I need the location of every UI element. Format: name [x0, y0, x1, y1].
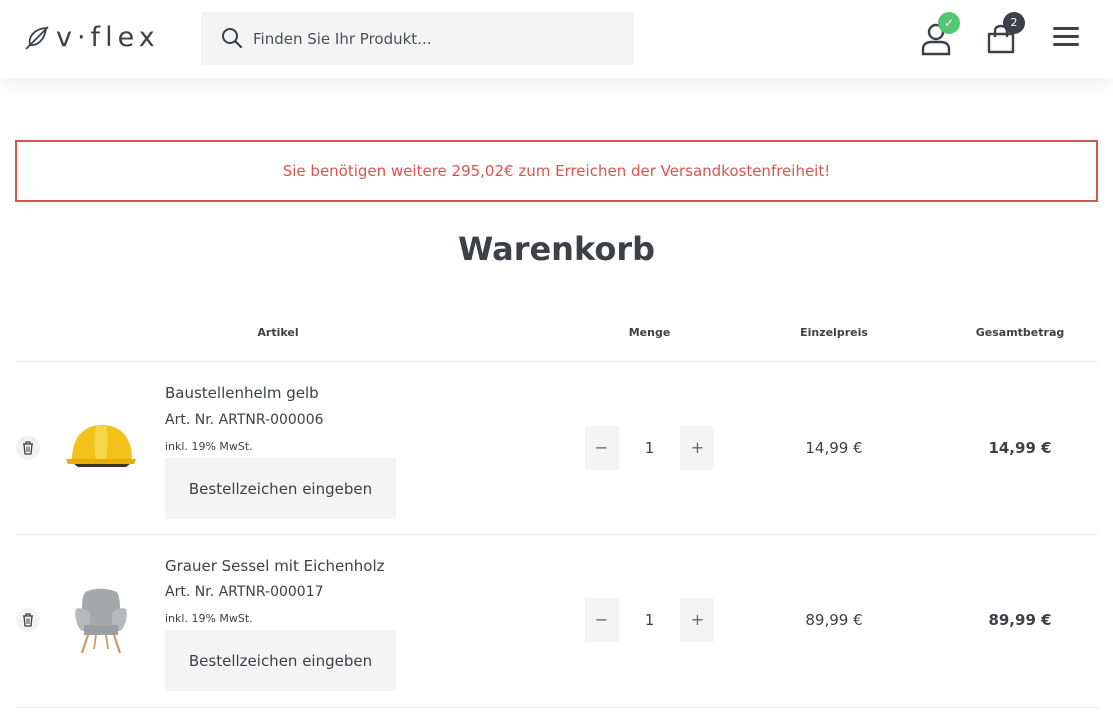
quantity-decrease-button[interactable]: − — [585, 598, 618, 642]
unit-price: 89,99 € — [805, 611, 863, 629]
quantity-value[interactable]: 1 — [619, 598, 680, 642]
quantity-increase-button[interactable]: + — [681, 426, 714, 470]
unit-price: 14,99 € — [805, 439, 863, 457]
line-total: 89,99 € — [988, 611, 1052, 629]
enter-reference-button[interactable]: Bestellzeichen eingeben — [165, 630, 396, 691]
feather-icon — [25, 26, 49, 50]
yellow-helmet-image[interactable] — [60, 407, 142, 489]
free-shipping-notice: Sie benötigen weitere 295,02€ zum Erreic… — [15, 140, 1098, 202]
trash-icon — [23, 441, 33, 455]
remove-item-button[interactable] — [16, 436, 40, 460]
column-header-article: Artikel — [257, 326, 299, 339]
table-divider — [16, 707, 1098, 708]
article-number: Art. Nr. ARTNR-000006 — [165, 412, 324, 428]
column-header-quantity: Menge — [628, 326, 671, 339]
logo-text: v·flex — [56, 22, 160, 53]
account-status-badge: ✓ — [938, 12, 960, 34]
product-name[interactable]: Grauer Sessel mit Eichenholz — [165, 557, 385, 575]
enter-reference-button[interactable]: Bestellzeichen eingeben — [165, 458, 396, 519]
column-header-total: Gesamtbetrag — [975, 326, 1065, 339]
tax-note: inkl. 19% MwSt. — [165, 612, 253, 625]
cart-row: Grauer Sessel mit Eichenholz Art. Nr. AR… — [0, 535, 1113, 707]
cart-count-badge: 2 — [1003, 12, 1025, 34]
search-input[interactable] — [253, 12, 623, 65]
site-header: v·flex ✓ 2 — [0, 0, 1113, 78]
column-header-unit-price: Einzelpreis — [800, 326, 868, 339]
line-total: 14,99 € — [988, 439, 1052, 457]
quantity-stepper: − 1 + — [585, 598, 714, 642]
quantity-value[interactable]: 1 — [619, 426, 680, 470]
quantity-stepper: − 1 + — [585, 426, 714, 470]
page-title: Warenkorb — [457, 230, 656, 268]
tax-note: inkl. 19% MwSt. — [165, 440, 253, 453]
search-icon[interactable] — [221, 27, 243, 49]
trash-icon — [23, 613, 33, 627]
hamburger-menu-icon[interactable] — [1053, 27, 1079, 49]
article-number: Art. Nr. ARTNR-000017 — [165, 584, 324, 600]
product-name[interactable]: Baustellenhelm gelb — [165, 384, 319, 402]
quantity-decrease-button[interactable]: − — [585, 426, 618, 470]
cart-row: Baustellenhelm gelb Art. Nr. ARTNR-00000… — [0, 362, 1113, 534]
search-bar — [201, 12, 634, 65]
quantity-increase-button[interactable]: + — [681, 598, 714, 642]
remove-item-button[interactable] — [16, 608, 40, 632]
grey-armchair-image[interactable] — [60, 579, 142, 661]
logo[interactable]: v·flex — [22, 20, 160, 56]
